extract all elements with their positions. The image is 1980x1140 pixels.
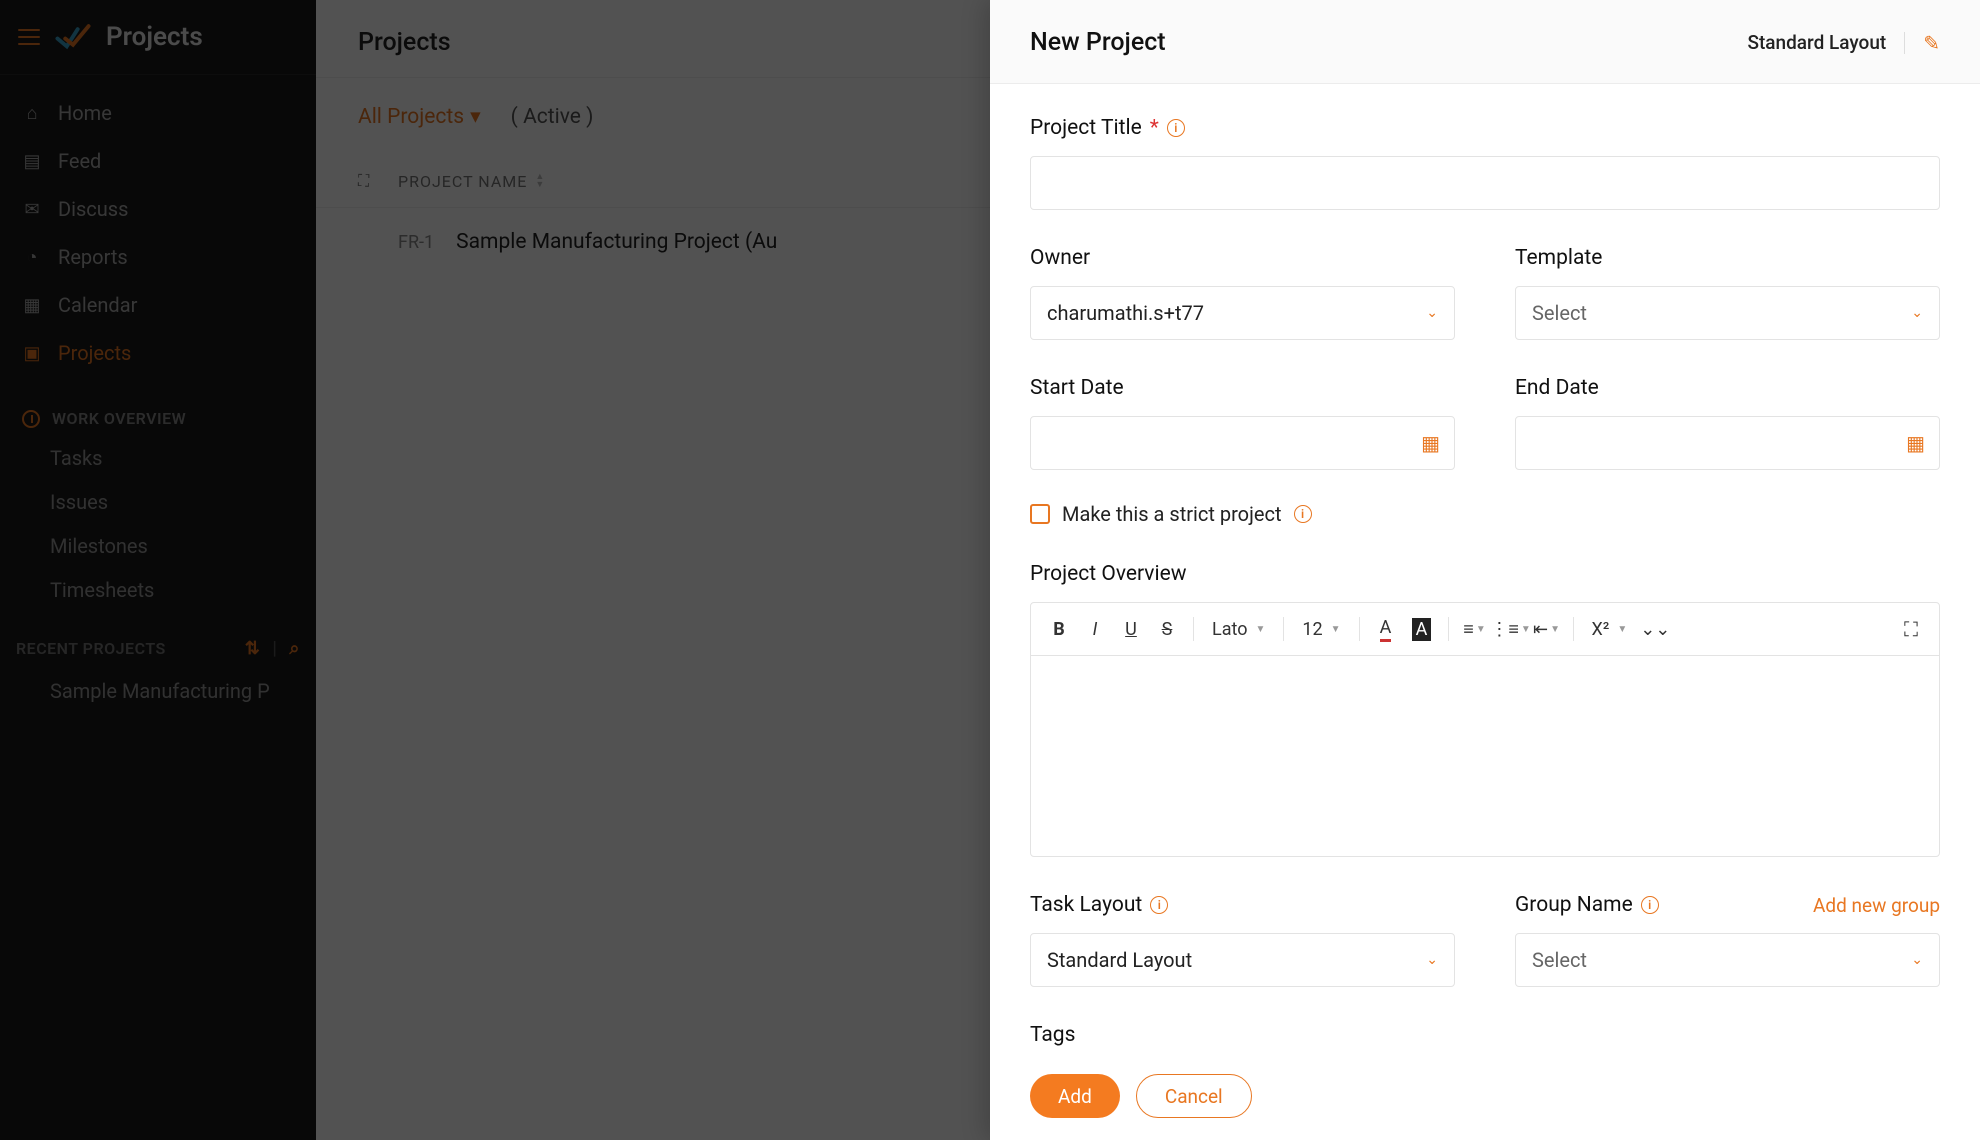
owner-value: charumathi.s+t77 (1047, 301, 1204, 325)
start-date-input[interactable]: ▦ (1030, 416, 1455, 470)
layout-label: Standard Layout (1747, 31, 1886, 54)
strict-checkbox[interactable] (1030, 504, 1050, 524)
group-name-label: Group Namei (1515, 893, 1659, 917)
chevron-down-icon: ▼ (1476, 624, 1486, 635)
info-icon[interactable]: i (1167, 119, 1185, 137)
calendar-icon: ▦ (1906, 431, 1925, 455)
owner-label: Owner (1030, 246, 1455, 270)
calendar-icon: ▦ (1421, 431, 1440, 455)
tags-label: Tags (1030, 1023, 1940, 1047)
italic-button[interactable]: I (1079, 613, 1111, 645)
template-placeholder: Select (1532, 301, 1587, 325)
strict-label: Make this a strict project (1062, 502, 1282, 526)
underline-button[interactable]: U (1115, 613, 1147, 645)
task-layout-label: Task Layouti (1030, 893, 1455, 917)
overview-label: Project Overview (1030, 562, 1940, 586)
modal-body: Project Title*i Owner charumathi.s+t77⌄ … (990, 84, 1980, 1060)
owner-select[interactable]: charumathi.s+t77 ⌄ (1030, 286, 1455, 340)
overview-editor: B I U S Lato▼ 12▼ A A ≡▼ (1030, 602, 1940, 857)
editor-toolbar: B I U S Lato▼ 12▼ A A ≡▼ (1031, 603, 1939, 656)
separator (1448, 617, 1449, 641)
end-date-label: End Date (1515, 376, 1940, 400)
project-title-input[interactable] (1030, 156, 1940, 210)
bg-color-button[interactable]: A (1406, 613, 1438, 645)
more-button[interactable]: ⌄⌄ (1639, 613, 1671, 645)
chevron-down-icon: ⌄ (1426, 305, 1438, 321)
task-layout-value: Standard Layout (1047, 948, 1192, 972)
divider (1904, 32, 1905, 54)
editor-textarea[interactable] (1031, 656, 1939, 856)
chevron-down-icon: ▼ (1617, 624, 1627, 635)
strict-project-row: Make this a strict project i (1030, 502, 1940, 526)
info-icon[interactable]: i (1150, 896, 1168, 914)
expand-icon[interactable]: ⛶ (1895, 613, 1927, 645)
align-button[interactable]: ≡▼ (1459, 613, 1491, 645)
task-layout-select[interactable]: Standard Layout ⌄ (1030, 933, 1455, 987)
separator (1283, 617, 1284, 641)
new-project-modal: New Project Standard Layout ✎ Project Ti… (990, 0, 1980, 1140)
edit-icon[interactable]: ✎ (1923, 31, 1940, 55)
separator (1193, 617, 1194, 641)
project-title-label: Project Title*i (1030, 116, 1940, 140)
add-button[interactable]: Add (1030, 1074, 1120, 1118)
font-select[interactable]: Lato▼ (1204, 619, 1273, 640)
group-name-select[interactable]: Select ⌄ (1515, 933, 1940, 987)
required-indicator: * (1150, 116, 1159, 140)
chevron-down-icon: ▼ (1331, 624, 1341, 635)
bold-button[interactable]: B (1043, 613, 1075, 645)
list-button[interactable]: ⋮≡▼ (1495, 613, 1527, 645)
chevron-down-icon: ▼ (1550, 624, 1560, 635)
end-date-input[interactable]: ▦ (1515, 416, 1940, 470)
template-label: Template (1515, 246, 1940, 270)
separator (1359, 617, 1360, 641)
start-date-label: Start Date (1030, 376, 1455, 400)
template-select[interactable]: Select ⌄ (1515, 286, 1940, 340)
superscript-button[interactable]: X²▼ (1584, 619, 1636, 640)
info-icon[interactable]: i (1294, 505, 1312, 523)
size-select[interactable]: 12▼ (1294, 619, 1348, 640)
indent-button[interactable]: ⇤▼ (1531, 613, 1563, 645)
strikethrough-button[interactable]: S (1151, 613, 1183, 645)
add-group-link[interactable]: Add new group (1813, 894, 1940, 917)
cancel-button[interactable]: Cancel (1136, 1074, 1252, 1118)
separator (1573, 617, 1574, 641)
info-icon[interactable]: i (1641, 896, 1659, 914)
text-color-button[interactable]: A (1370, 613, 1402, 645)
modal-title: New Project (1030, 28, 1166, 57)
modal-header: New Project Standard Layout ✎ (990, 0, 1980, 84)
chevron-down-icon: ▼ (1521, 624, 1531, 635)
group-placeholder: Select (1532, 948, 1587, 972)
chevron-down-icon: ⌄ (1911, 305, 1923, 321)
modal-footer: Add Cancel (990, 1060, 1980, 1140)
chevron-down-icon: ⌄ (1426, 952, 1438, 968)
chevron-down-icon: ▼ (1255, 624, 1265, 635)
chevron-down-icon: ⌄ (1911, 952, 1923, 968)
